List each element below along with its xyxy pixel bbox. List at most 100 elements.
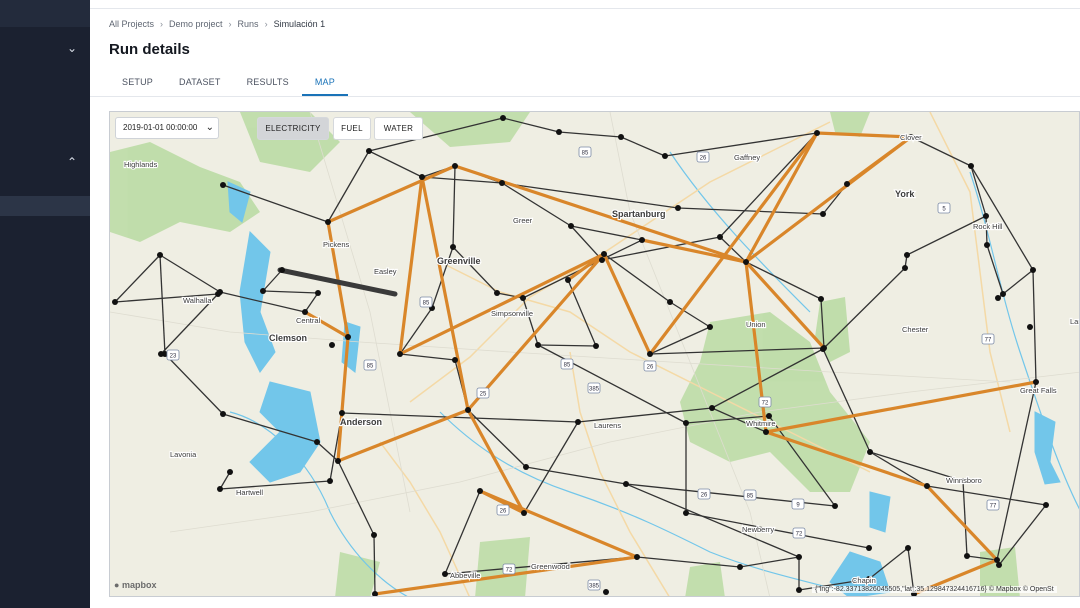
- network-node[interactable]: [647, 351, 653, 357]
- network-node[interactable]: [743, 259, 749, 265]
- network-line-49[interactable]: [685, 512, 870, 549]
- network-line-20[interactable]: [926, 485, 1047, 506]
- water-button[interactable]: WATER: [375, 118, 422, 139]
- network-node[interactable]: [158, 351, 164, 357]
- network-node[interactable]: [339, 410, 345, 416]
- network-node[interactable]: [568, 223, 574, 229]
- tab-map[interactable]: MAP: [301, 70, 348, 96]
- network-node[interactable]: [565, 277, 571, 283]
- network-node[interactable]: [520, 295, 526, 301]
- network-node[interactable]: [904, 252, 910, 258]
- network-node[interactable]: [335, 458, 341, 464]
- network-node[interactable]: [535, 342, 541, 348]
- network-node[interactable]: [419, 174, 425, 180]
- network-node[interactable]: [366, 148, 372, 154]
- network-line-14[interactable]: [1032, 269, 1037, 383]
- date-select[interactable]: 2019-01-01 00:00:00 ⌄: [116, 118, 218, 138]
- network-node[interactable]: [618, 134, 624, 140]
- network-node[interactable]: [984, 242, 990, 248]
- network-node[interactable]: [500, 115, 506, 121]
- network-line-87[interactable]: [996, 381, 1037, 561]
- electricity-line-15[interactable]: [815, 131, 913, 139]
- network-node[interactable]: [968, 163, 974, 169]
- breadcrumb-all-projects[interactable]: All Projects: [109, 19, 154, 29]
- network-node[interactable]: [601, 251, 607, 257]
- network-line-41[interactable]: [669, 301, 711, 328]
- electricity-line-16[interactable]: [845, 135, 913, 186]
- breadcrumb-runs[interactable]: Runs: [238, 19, 259, 29]
- network-node[interactable]: [832, 503, 838, 509]
- network-node[interactable]: [315, 290, 321, 296]
- mapbox-logo[interactable]: ● mapbox: [114, 580, 156, 590]
- tab-dataset[interactable]: DATASET: [166, 70, 234, 96]
- chevron-down-icon[interactable]: ⌄: [66, 42, 78, 54]
- network-line-51[interactable]: [399, 353, 456, 361]
- network-node[interactable]: [634, 554, 640, 560]
- network-line-11[interactable]: [986, 244, 1004, 295]
- breadcrumb-project[interactable]: Demo project: [169, 19, 223, 29]
- network-line-5[interactable]: [620, 136, 666, 157]
- network-node[interactable]: [603, 589, 609, 595]
- network-node[interactable]: [372, 591, 378, 597]
- network-node[interactable]: [465, 407, 471, 413]
- network-line-4[interactable]: [558, 131, 622, 138]
- network-node[interactable]: [675, 205, 681, 211]
- network-line-61[interactable]: [114, 254, 161, 303]
- network-node[interactable]: [442, 571, 448, 577]
- network-line-21[interactable]: [998, 504, 1047, 566]
- network-node[interactable]: [1000, 291, 1006, 297]
- electricity-lines[interactable]: [303, 131, 1038, 596]
- network-line-78[interactable]: [444, 490, 481, 575]
- network-node[interactable]: [220, 411, 226, 417]
- network-node[interactable]: [227, 469, 233, 475]
- electricity-line-12[interactable]: [925, 484, 999, 562]
- network-node[interactable]: [1030, 267, 1036, 273]
- network-node[interactable]: [477, 488, 483, 494]
- tab-results[interactable]: RESULTS: [234, 70, 302, 96]
- network-line-38[interactable]: [745, 261, 822, 300]
- network-node[interactable]: [763, 429, 769, 435]
- electricity-line-26[interactable]: [466, 252, 606, 412]
- network-node[interactable]: [325, 219, 331, 225]
- network-node[interactable]: [867, 449, 873, 455]
- chevron-up-icon[interactable]: ⌃: [66, 156, 78, 168]
- network-line-90[interactable]: [159, 254, 221, 293]
- network-node[interactable]: [217, 289, 223, 295]
- network-line-9[interactable]: [970, 165, 987, 217]
- sidebar-item-active[interactable]: [0, 196, 90, 216]
- network-line-28[interactable]: [677, 207, 824, 215]
- network-node[interactable]: [494, 290, 500, 296]
- network-node[interactable]: [220, 182, 226, 188]
- tab-setup[interactable]: SETUP: [109, 70, 166, 96]
- network-node[interactable]: [737, 564, 743, 570]
- electricity-line-6[interactable]: [453, 164, 748, 264]
- network-node[interactable]: [556, 129, 562, 135]
- network-node[interactable]: [983, 213, 989, 219]
- network-line-29[interactable]: [501, 182, 679, 209]
- network-line-57[interactable]: [304, 292, 319, 313]
- network-line-46[interactable]: [537, 344, 597, 347]
- network-node[interactable]: [452, 163, 458, 169]
- network-node[interactable]: [717, 234, 723, 240]
- network-line-32[interactable]: [368, 150, 423, 178]
- network-node[interactable]: [217, 486, 223, 492]
- network-node[interactable]: [1033, 379, 1039, 385]
- network-line-34[interactable]: [452, 246, 498, 294]
- network-node[interactable]: [866, 545, 872, 551]
- network-node[interactable]: [820, 211, 826, 217]
- electricity-line-7[interactable]: [326, 164, 457, 224]
- network-node[interactable]: [279, 267, 285, 273]
- fuel-button[interactable]: FUEL: [334, 118, 370, 139]
- network-node[interactable]: [260, 288, 266, 294]
- network-line-13[interactable]: [1002, 269, 1034, 295]
- network-node[interactable]: [667, 299, 673, 305]
- network-node[interactable]: [302, 309, 308, 315]
- network-node[interactable]: [521, 510, 527, 516]
- network-node[interactable]: [523, 464, 529, 470]
- network-line-93[interactable]: [970, 165, 1034, 271]
- network-node[interactable]: [905, 545, 911, 551]
- network-node[interactable]: [593, 343, 599, 349]
- network-node[interactable]: [499, 180, 505, 186]
- network-node[interactable]: [814, 130, 820, 136]
- network-line-81[interactable]: [739, 556, 800, 568]
